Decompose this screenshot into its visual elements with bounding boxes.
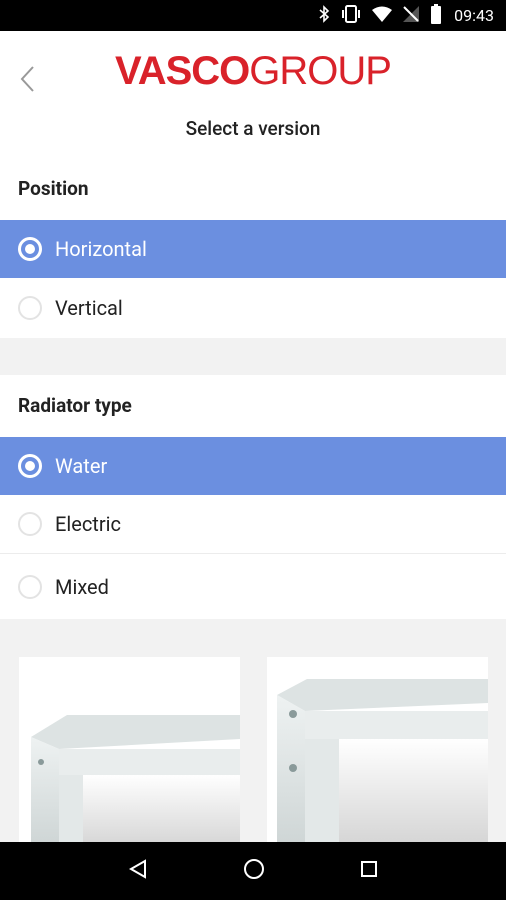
app-header: VASCOGROUP Select a version bbox=[0, 31, 506, 158]
position-title: Position bbox=[18, 177, 89, 200]
option-label: Horizontal bbox=[55, 237, 147, 261]
radiator-type-section: Radiator type Water Electric Mixed bbox=[0, 375, 506, 619]
radio-selected-icon[interactable] bbox=[18, 454, 42, 478]
radio-unselected-icon[interactable] bbox=[18, 296, 42, 320]
radiator-type-title: Radiator type bbox=[18, 394, 132, 417]
option-mixed[interactable]: Mixed bbox=[0, 553, 506, 619]
option-vertical[interactable]: Vertical bbox=[0, 278, 506, 338]
brand-logo: VASCOGROUP bbox=[0, 49, 506, 93]
radiator-images bbox=[0, 640, 506, 842]
status-bar: 09:43 bbox=[0, 0, 506, 31]
wifi-icon bbox=[372, 6, 393, 26]
battery-icon bbox=[430, 3, 442, 28]
status-time: 09:43 bbox=[454, 6, 494, 25]
option-label: Mixed bbox=[55, 574, 109, 599]
radiator-image bbox=[31, 715, 240, 842]
position-section: Position Horizontal Vertical bbox=[0, 158, 506, 338]
radio-unselected-icon[interactable] bbox=[18, 512, 42, 536]
option-electric[interactable]: Electric bbox=[0, 495, 506, 553]
navigation-bar bbox=[0, 842, 506, 900]
vibrate-icon bbox=[340, 4, 362, 27]
logo-bold-text: VASCO bbox=[115, 49, 250, 93]
option-label: Water bbox=[55, 454, 108, 478]
logo-light-text: GROUP bbox=[249, 49, 392, 93]
no-signal-icon bbox=[402, 5, 420, 27]
radiator-image-card[interactable] bbox=[19, 657, 240, 842]
bluetooth-icon bbox=[318, 4, 330, 27]
home-nav-icon[interactable] bbox=[243, 858, 265, 884]
option-label: Electric bbox=[55, 512, 121, 536]
radiator-image-card[interactable] bbox=[267, 657, 488, 842]
radiator-image bbox=[277, 679, 488, 842]
option-label: Vertical bbox=[55, 296, 123, 320]
radio-unselected-icon[interactable] bbox=[18, 574, 42, 599]
radio-selected-icon[interactable] bbox=[18, 237, 42, 261]
option-water[interactable]: Water bbox=[0, 437, 506, 495]
recents-nav-icon[interactable] bbox=[360, 860, 378, 882]
option-horizontal[interactable]: Horizontal bbox=[0, 220, 506, 278]
back-nav-icon[interactable] bbox=[128, 859, 148, 883]
page-title: Select a version bbox=[185, 117, 321, 140]
